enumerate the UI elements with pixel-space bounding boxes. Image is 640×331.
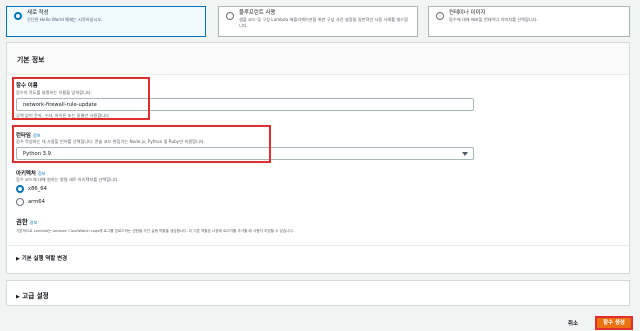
architecture-description: 함수 코드에 대해 원하는 명령 세트 아키텍처를 선택합니다.	[16, 177, 120, 182]
radio-container-image[interactable]	[436, 12, 444, 20]
chevron-down-icon	[462, 152, 468, 156]
advanced-settings-label: 고급 설정	[22, 292, 49, 300]
caret-right-icon: ▶	[16, 294, 20, 300]
radio-x86-64[interactable]	[16, 185, 24, 193]
option-description: 간단한 Hello World 예제는 시작하십시오.	[27, 17, 103, 22]
runtime-highlight	[12, 125, 271, 163]
architecture-label: 아키텍처 정보	[16, 169, 46, 177]
default-role-expander[interactable]: ▶ 기본 실행 역할 변경	[16, 254, 67, 262]
cancel-button[interactable]: 취소	[568, 319, 578, 327]
caret-right-icon: ▶	[16, 256, 20, 262]
radio-x86-64-label: x86_64	[28, 186, 47, 192]
radio-use-blueprint[interactable]	[226, 12, 234, 20]
option-author-from-scratch[interactable]: 새로 작성 간단한 Hello World 예제는 시작하십시오.	[6, 6, 206, 37]
permissions-info-link[interactable]: 정보	[30, 220, 38, 225]
radio-arm64-label: arm64	[28, 199, 45, 205]
default-role-label: 기본 실행 역할 변경	[21, 256, 68, 262]
permissions-label-text: 권한	[16, 218, 28, 226]
basic-info-title: 기본 정보	[7, 43, 629, 75]
divider	[7, 245, 629, 246]
option-title: 컨테이너 이미지	[449, 10, 486, 16]
advanced-settings-panel[interactable]: ▶ 고급 설정	[6, 280, 630, 306]
option-use-blueprint[interactable]: 블루프린트 사용 샘플 코드 및 구성 Lambda 애플리케이션을 위한 구성…	[218, 6, 418, 37]
option-title: 새로 작성	[27, 10, 49, 16]
option-description: 샘플 코드 및 구성 Lambda 애플리케이션을 위한 구성 사전 설정을 일…	[239, 17, 409, 28]
permissions-description: 기본적으로 Lambda는 Amazon CloudWatch Logs에 로그…	[16, 229, 294, 233]
radio-arm64[interactable]	[16, 198, 24, 206]
permissions-label: 권한 정보	[16, 217, 37, 226]
option-title: 블루프린트 사용	[239, 10, 276, 16]
option-container-image[interactable]: 컨테이너 이미지 함수에 대해 배포할 컨테이너 이미지를 선택합니다.	[428, 6, 630, 37]
function-name-highlight	[12, 77, 150, 120]
architecture-info-link[interactable]: 정보	[38, 171, 46, 176]
create-function-button[interactable]: 함수 생성	[595, 316, 633, 330]
advanced-settings-expander[interactable]: ▶ 고급 설정	[16, 290, 49, 300]
radio-author-from-scratch[interactable]	[14, 12, 22, 20]
option-description: 함수에 대해 배포할 컨테이너 이미지를 선택합니다.	[449, 17, 538, 22]
